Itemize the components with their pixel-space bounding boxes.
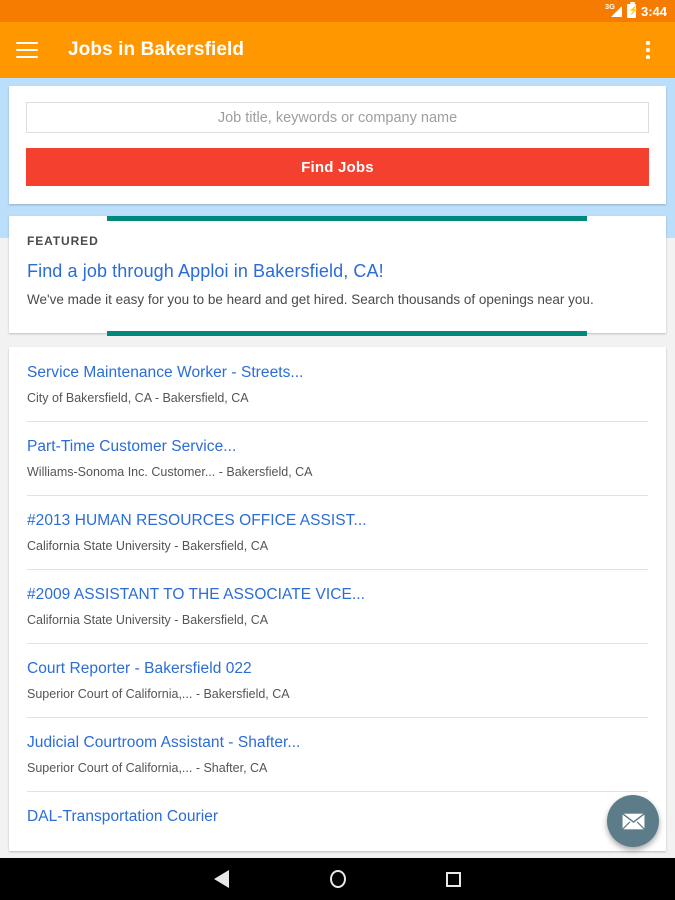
featured-card[interactable]: FEATURED Find a job through Apploi in Ba… [9, 216, 666, 336]
job-list-card: Service Maintenance Worker - Streets... … [9, 346, 666, 851]
featured-accent-bar-bottom [107, 330, 587, 336]
status-bar: 3G ⚡ 3:44 [0, 0, 675, 22]
app-bar: Jobs in Bakersfield [0, 22, 675, 78]
job-title-link[interactable]: Part-Time Customer Service... [27, 438, 648, 456]
battery-charging-icon: ⚡ [626, 2, 640, 18]
hamburger-menu-icon[interactable] [16, 42, 38, 58]
job-title-link[interactable]: #2009 ASSISTANT TO THE ASSOCIATE VICE... [27, 586, 648, 604]
job-list-item[interactable]: DAL-Transportation Courier [9, 790, 666, 851]
featured-section: FEATURED Find a job through Apploi in Ba… [0, 216, 675, 336]
search-input[interactable] [26, 102, 649, 133]
featured-label: FEATURED [27, 234, 99, 248]
job-title-link[interactable]: Judicial Courtroom Assistant - Shafter..… [27, 734, 648, 752]
featured-title-link[interactable]: Find a job through Apploi in Bakersfield… [27, 261, 648, 282]
job-company-location: California State University - Bakersfiel… [27, 612, 269, 627]
android-nav-bar [0, 858, 675, 900]
recents-square-icon [446, 871, 461, 887]
job-company-location: California State University - Bakersfiel… [27, 538, 269, 553]
find-jobs-button[interactable]: Find Jobs [26, 148, 649, 186]
battery-bolt-glyph: ⚡ [627, 5, 640, 15]
page-title: Jobs in Bakersfield [68, 39, 245, 60]
job-company-location: Williams-Sonoma Inc. Customer... - Baker… [27, 464, 313, 479]
job-company-location: Superior Court of California,... - Baker… [27, 686, 290, 701]
job-list-item[interactable]: Part-Time Customer Service... Williams-S… [9, 420, 666, 495]
overflow-menu-icon[interactable] [637, 39, 659, 61]
job-title-link[interactable]: DAL-Transportation Courier [27, 808, 648, 826]
nav-back-button[interactable] [203, 860, 241, 898]
job-title-link[interactable]: #2013 HUMAN RESOURCES OFFICE ASSIST... [27, 512, 648, 530]
job-list-item[interactable]: #2009 ASSISTANT TO THE ASSOCIATE VICE...… [9, 568, 666, 643]
signal-bars-icon [610, 6, 622, 17]
job-title-link[interactable]: Court Reporter - Bakersfield 022 [27, 660, 648, 678]
job-company-location: Superior Court of California,... - Shaft… [27, 760, 268, 775]
nav-recents-button[interactable] [435, 860, 473, 898]
search-card: Find Jobs [9, 86, 666, 204]
job-list-item[interactable]: Service Maintenance Worker - Streets... … [9, 347, 666, 421]
scroll-container[interactable]: Find Jobs FEATURED Find a job through Ap… [0, 78, 675, 858]
job-title-link[interactable]: Service Maintenance Worker - Streets... [27, 364, 648, 382]
envelope-icon [620, 811, 646, 831]
app-root: 3G ⚡ 3:44 Jobs in Bakersfield Find Jobs … [0, 0, 675, 900]
job-list-item[interactable]: Judicial Courtroom Assistant - Shafter..… [9, 716, 666, 791]
job-list-item[interactable]: Court Reporter - Bakersfield 022 Superio… [9, 642, 666, 717]
back-triangle-icon [214, 870, 229, 888]
featured-description: We've made it easy for you to be heard a… [27, 292, 594, 307]
signal-3g-icon: 3G [605, 3, 622, 18]
nav-home-button[interactable] [319, 860, 357, 898]
job-company-location: City of Bakersfield, CA - Bakersfield, C… [27, 390, 249, 405]
message-fab-button[interactable] [607, 795, 659, 847]
job-list-item[interactable]: #2013 HUMAN RESOURCES OFFICE ASSIST... C… [9, 494, 666, 569]
status-bar-clock: 3:44 [640, 3, 667, 19]
home-circle-icon [329, 870, 346, 888]
featured-accent-bar-top [107, 216, 587, 221]
